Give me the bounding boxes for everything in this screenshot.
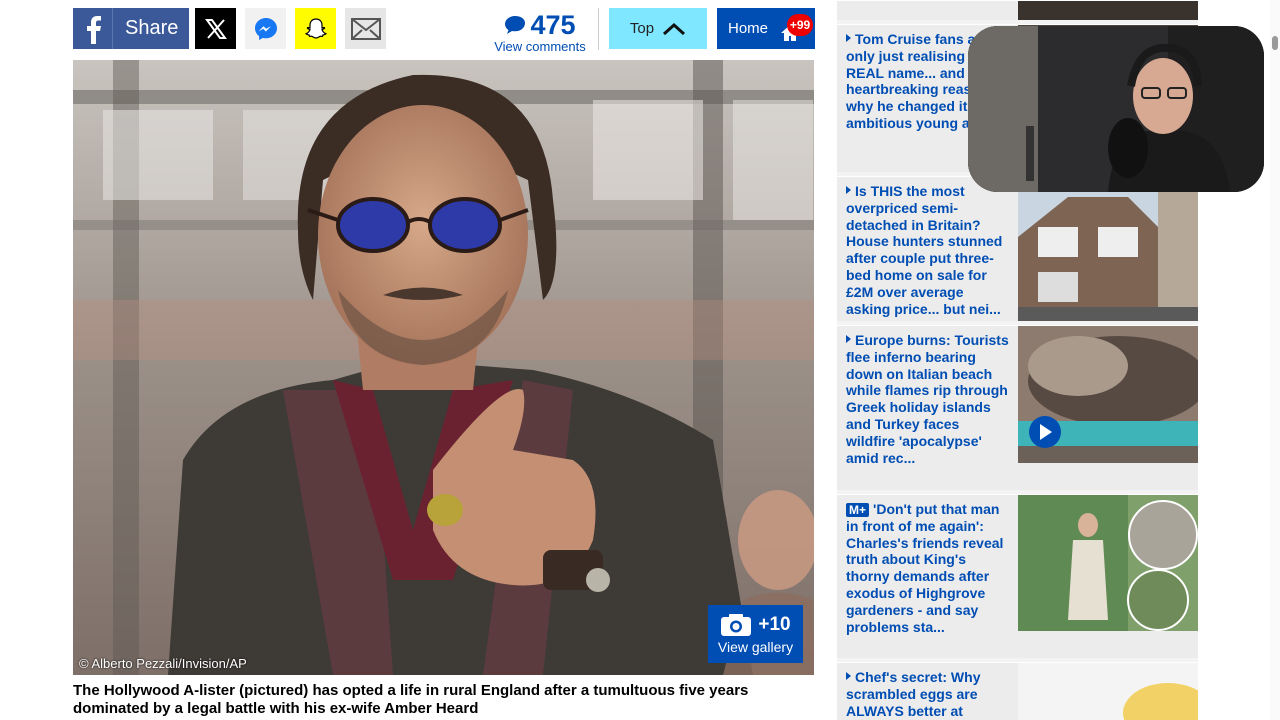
- messenger-icon: [254, 17, 277, 40]
- x-icon: [204, 18, 227, 39]
- snapchat-icon: [304, 17, 327, 39]
- sidebar-story[interactable]: Europe burns: Tourists flee inferno bear…: [837, 325, 1198, 490]
- home-notification-badge: +99: [787, 14, 813, 36]
- story-headline: Is THIS the most overpriced semi-detache…: [846, 183, 1003, 317]
- camera-icon: [721, 614, 752, 636]
- arrow-right-icon: [846, 335, 851, 343]
- arrow-right-icon: [846, 672, 851, 680]
- gallery-count: +10: [758, 614, 791, 635]
- toolbar-divider: [598, 8, 599, 50]
- speech-bubble-icon: [505, 16, 526, 34]
- story-thumbnail: [1018, 177, 1198, 321]
- sidebar-story[interactable]: Chef's secret: Why scrambled eggs are AL…: [837, 662, 1198, 720]
- sidebar-story-top-partial[interactable]: [837, 0, 1198, 20]
- photo-credit: © Alberto Pezzali/Invision/AP: [79, 656, 247, 671]
- sidebar-story[interactable]: Is THIS the most overpriced semi-detache…: [837, 176, 1198, 321]
- article-main-photo[interactable]: [73, 60, 814, 675]
- scrollbar-thumb[interactable]: [1272, 36, 1278, 50]
- gallery-label: View gallery: [717, 639, 794, 655]
- sidebar-story[interactable]: M+ 'Don't put that man in front of me aga…: [837, 494, 1198, 658]
- comments-count: 475: [530, 10, 576, 40]
- story-headline: M+ 'Don't put that man in front of me aga…: [846, 501, 1004, 635]
- story-thumbnail: [1018, 663, 1198, 720]
- snapchat-share-button[interactable]: [295, 8, 336, 49]
- x-share-button[interactable]: [195, 8, 236, 49]
- facebook-share-label: Share: [125, 17, 179, 39]
- comments-link[interactable]: 475 View comments: [490, 10, 590, 54]
- page-scrollbar[interactable]: [1270, 0, 1280, 720]
- arrow-right-icon: [846, 34, 851, 42]
- home-label: Home: [728, 20, 769, 37]
- photo-caption: The Hollywood A-lister (pictured) has op…: [73, 682, 749, 717]
- top-label: Top: [629, 20, 655, 37]
- facebook-share-button[interactable]: Share: [73, 8, 189, 49]
- chevron-up-icon: [663, 22, 686, 35]
- email-icon: [350, 17, 381, 40]
- story-headline: Europe burns: Tourists flee inferno bear…: [846, 332, 1009, 466]
- view-gallery-button[interactable]: +10 View gallery: [708, 605, 803, 663]
- mail-plus-badge: M+: [846, 503, 870, 517]
- webcam-overlay: [968, 26, 1264, 192]
- story-headline: Chef's secret: Why scrambled eggs are AL…: [846, 669, 981, 719]
- story-thumbnail: [1018, 1, 1198, 20]
- comments-label: View comments: [494, 39, 586, 54]
- story-thumbnail: [1018, 495, 1198, 631]
- back-to-top-button[interactable]: Top: [609, 8, 707, 49]
- messenger-share-button[interactable]: [245, 8, 286, 49]
- story-thumbnail: [1018, 326, 1198, 463]
- email-share-button[interactable]: [345, 8, 386, 49]
- facebook-icon: [73, 8, 113, 49]
- arrow-right-icon: [846, 186, 851, 194]
